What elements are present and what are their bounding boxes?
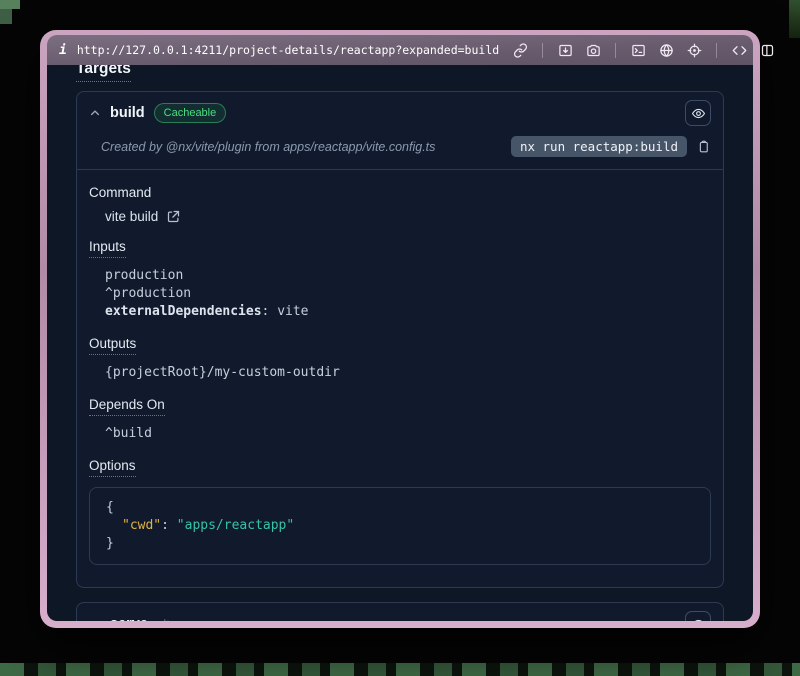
desktop-decoration	[0, 663, 800, 676]
toolbar-actions	[509, 39, 778, 61]
json-value: "apps/reactapp"	[177, 518, 294, 533]
outputs-heading: Outputs	[89, 336, 711, 355]
desktop: { "colors": { "window_frame": "#c9a2bf",…	[0, 0, 800, 676]
command-heading: Command	[89, 185, 711, 200]
chevron-up-icon[interactable]	[89, 107, 101, 119]
target-subtitle: vite serve	[157, 617, 213, 622]
section-options: Options { "cwd": "apps/reactapp" }	[89, 458, 711, 565]
build-target-header[interactable]: build Cacheable	[77, 92, 723, 134]
page-title: Targets	[76, 65, 724, 82]
globe-icon[interactable]	[655, 39, 677, 61]
eye-icon	[691, 106, 706, 121]
target-card-build: build Cacheable Created by @nx/vite/plug…	[76, 91, 724, 588]
code-icon[interactable]	[728, 39, 750, 61]
created-by-text: Created by @nx/vite/plugin from apps/rea…	[101, 140, 435, 154]
cacheable-badge: Cacheable	[154, 103, 227, 123]
chevron-down-icon[interactable]	[89, 618, 101, 621]
view-target-button[interactable]	[685, 100, 711, 126]
input-item: production	[105, 267, 711, 285]
desktop-decoration	[0, 0, 20, 9]
download-icon[interactable]	[554, 39, 576, 61]
output-item: {projectRoot}/my-custom-outdir	[105, 364, 711, 382]
section-depends-on: Depends On ^build	[89, 397, 711, 443]
section-outputs: Outputs {projectRoot}/my-custom-outdir	[89, 336, 711, 382]
project-details-page: Targets build Cacheable Created by @nx/v…	[47, 65, 753, 621]
url-text: http://127.0.0.1:4211/project-details/re…	[77, 43, 499, 57]
copy-icon[interactable]	[696, 139, 711, 154]
desktop-decoration	[0, 9, 12, 24]
build-target-details: Command vite build Inputs production ^pr…	[77, 185, 723, 587]
target-name: serve	[110, 616, 148, 621]
section-inputs: Inputs production ^production externalDe…	[89, 239, 711, 321]
section-command: Command vite build	[89, 185, 711, 224]
crosshair-icon[interactable]	[683, 39, 705, 61]
depends-on-heading: Depends On	[89, 397, 711, 416]
view-target-button[interactable]	[685, 611, 711, 621]
target-name: build	[110, 105, 145, 121]
panel-icon[interactable]	[756, 39, 778, 61]
desktop-decoration	[789, 0, 800, 38]
link-icon[interactable]	[509, 39, 531, 61]
input-item: externalDependencies: vite	[105, 303, 711, 321]
options-heading: Options	[89, 458, 711, 477]
options-json: { "cwd": "apps/reactapp" }	[89, 487, 711, 565]
inputs-heading: Inputs	[89, 239, 711, 258]
external-link-icon[interactable]	[166, 209, 181, 224]
browser-toolbar: i http://127.0.0.1:4211/project-details/…	[47, 35, 753, 65]
target-card-serve: serve vite serve	[76, 602, 724, 621]
build-target-subheader: Created by @nx/vite/plugin from apps/rea…	[77, 134, 723, 170]
run-command-chip: nx run reactapp:build	[511, 136, 687, 157]
eye-icon	[691, 617, 706, 622]
depends-on-item: ^build	[105, 425, 711, 443]
camera-icon[interactable]	[582, 39, 604, 61]
toolbar-divider	[716, 43, 717, 58]
input-item: ^production	[105, 285, 711, 303]
command-value: vite build	[105, 209, 158, 224]
terminal-icon[interactable]	[627, 39, 649, 61]
run-command-group: nx run reactapp:build	[511, 136, 711, 157]
toolbar-divider	[542, 43, 543, 58]
json-key: "cwd"	[122, 518, 161, 533]
serve-target-header[interactable]: serve vite serve	[77, 603, 723, 621]
toolbar-divider	[615, 43, 616, 58]
browser-window: i http://127.0.0.1:4211/project-details/…	[40, 30, 760, 628]
info-icon: i	[59, 43, 67, 58]
